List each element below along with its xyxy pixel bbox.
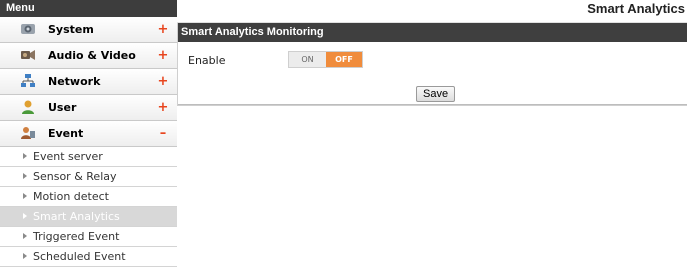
arrow-right-icon xyxy=(23,173,27,179)
submenu-item-label: Sensor & Relay xyxy=(33,170,117,183)
expand-icon[interactable]: + xyxy=(157,69,169,94)
sidebar: Menu System + Audio & Video + Network + … xyxy=(0,0,177,267)
submenu-item-label: Smart Analytics xyxy=(33,210,120,223)
submenu-item-triggered-event[interactable]: Triggered Event xyxy=(0,227,177,247)
page-title: Smart Analytics xyxy=(177,0,687,23)
network-icon xyxy=(20,73,36,89)
event-submenu: Event server Sensor & Relay Motion detec… xyxy=(0,147,177,267)
system-icon xyxy=(20,21,36,37)
submenu-item-smart-analytics[interactable]: Smart Analytics xyxy=(0,207,177,227)
submenu-item-sensor-relay[interactable]: Sensor & Relay xyxy=(0,167,177,187)
enable-toggle[interactable]: ON OFF xyxy=(288,51,363,68)
submenu-item-scheduled-event[interactable]: Scheduled Event xyxy=(0,247,177,267)
arrow-right-icon xyxy=(23,253,27,259)
event-icon xyxy=(20,125,36,141)
smart-analytics-panel: Smart Analytics Monitoring Enable ON OFF… xyxy=(177,23,687,106)
expand-icon[interactable]: + xyxy=(157,43,169,68)
submenu-item-label: Event server xyxy=(33,150,103,163)
expand-icon[interactable]: + xyxy=(157,95,169,120)
arrow-right-icon xyxy=(23,193,27,199)
submenu-item-label: Triggered Event xyxy=(33,230,120,243)
toggle-off-option[interactable]: OFF xyxy=(326,52,362,67)
sidebar-item-system[interactable]: System + xyxy=(0,17,177,43)
sidebar-item-event[interactable]: Event – xyxy=(0,121,177,147)
toggle-on-option[interactable]: ON xyxy=(289,52,326,67)
panel-title: Smart Analytics Monitoring xyxy=(178,23,687,42)
sidebar-item-label: Audio & Video xyxy=(48,49,136,62)
sidebar-item-label: User xyxy=(48,101,77,114)
sidebar-item-label: System xyxy=(48,23,94,36)
panel-divider xyxy=(178,104,687,105)
menu-header: Menu xyxy=(0,0,177,17)
main-content: Smart Analytics Smart Analytics Monitori… xyxy=(177,0,687,106)
submenu-item-label: Motion detect xyxy=(33,190,109,203)
sidebar-item-label: Network xyxy=(48,75,101,88)
arrow-right-icon xyxy=(23,153,27,159)
audio-video-icon xyxy=(20,47,36,63)
sidebar-item-label: Event xyxy=(48,127,84,140)
save-button[interactable]: Save xyxy=(416,86,456,102)
submenu-item-motion-detect[interactable]: Motion detect xyxy=(0,187,177,207)
submenu-item-label: Scheduled Event xyxy=(33,250,126,263)
sidebar-item-user[interactable]: User + xyxy=(0,95,177,121)
arrow-right-icon xyxy=(23,213,27,219)
arrow-right-icon xyxy=(23,233,27,239)
expand-icon[interactable]: + xyxy=(157,17,169,42)
collapse-icon[interactable]: – xyxy=(157,121,169,146)
enable-label: Enable xyxy=(188,54,226,67)
user-icon xyxy=(20,99,36,115)
sidebar-item-network[interactable]: Network + xyxy=(0,69,177,95)
sidebar-item-audio-video[interactable]: Audio & Video + xyxy=(0,43,177,69)
submenu-item-event-server[interactable]: Event server xyxy=(0,147,177,167)
